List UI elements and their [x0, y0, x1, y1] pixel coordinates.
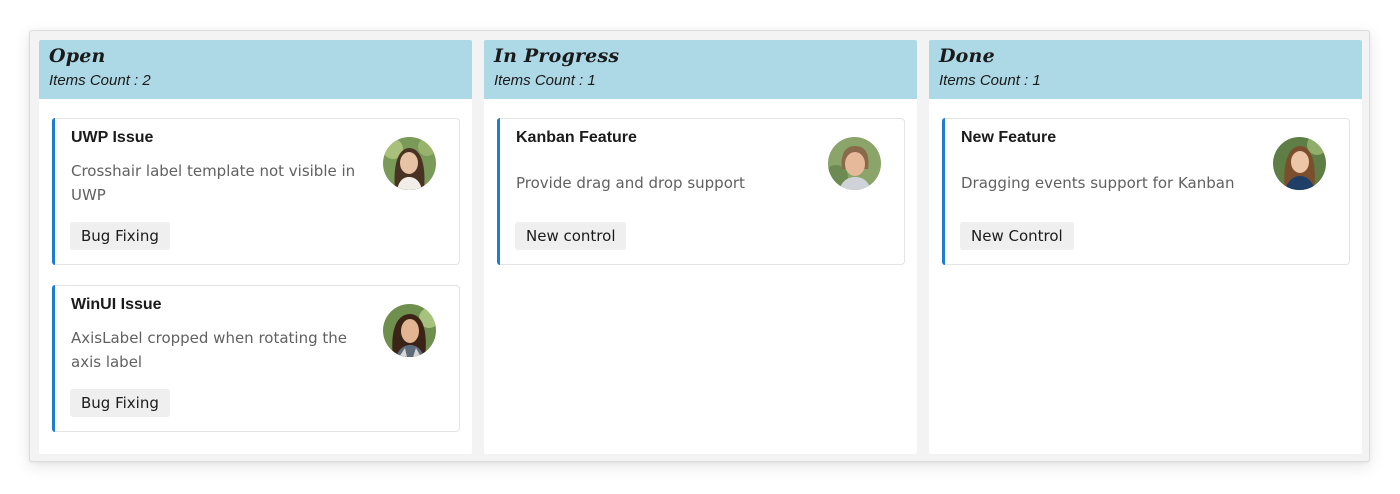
- card-tag[interactable]: New Control: [960, 222, 1074, 250]
- avatar-icon: [383, 304, 436, 357]
- column-title: Open: [49, 45, 106, 67]
- card-title: WinUI Issue: [71, 296, 162, 313]
- kanban-card[interactable]: Kanban Feature Provide drag and drop sup…: [497, 118, 905, 265]
- card-description: Dragging events support for Kanban: [961, 174, 1235, 192]
- card-title: UWP Issue: [71, 129, 154, 146]
- card-title: Kanban Feature: [516, 129, 637, 146]
- column-title: Done: [939, 45, 995, 67]
- card-tag[interactable]: Bug Fixing: [70, 389, 170, 417]
- card-title: New Feature: [961, 129, 1057, 146]
- card-description: Crosshair label template not visible in …: [71, 162, 356, 204]
- avatar-icon: [828, 137, 881, 190]
- kanban-board: Open Items Count : 2 UWP Issue Crosshair…: [29, 30, 1370, 462]
- column-item-count: Items Count : 1: [494, 72, 596, 89]
- column-item-count: Items Count : 2: [49, 72, 151, 89]
- kanban-card[interactable]: New Feature Dragging events support for …: [942, 118, 1350, 265]
- column-done: Done Items Count : 1 New Feature Draggin…: [929, 40, 1362, 454]
- column-open: Open Items Count : 2 UWP Issue Crosshair…: [39, 40, 472, 454]
- card-tag[interactable]: Bug Fixing: [70, 222, 170, 250]
- card-description: AxisLabel cropped when rotating the axis…: [71, 329, 348, 371]
- card-tag[interactable]: New control: [515, 222, 627, 250]
- column-header-in-progress[interactable]: In Progress Items Count : 1: [484, 40, 917, 99]
- avatar-icon: [1273, 137, 1326, 190]
- kanban-card[interactable]: UWP Issue Crosshair label template not v…: [52, 118, 460, 265]
- card-description: Provide drag and drop support: [516, 174, 745, 192]
- avatar-icon: [383, 137, 436, 190]
- column-header-done[interactable]: Done Items Count : 1: [929, 40, 1362, 99]
- kanban-card[interactable]: WinUI Issue AxisLabel cropped when rotat…: [52, 285, 460, 432]
- column-title: In Progress: [494, 45, 620, 67]
- column-header-open[interactable]: Open Items Count : 2: [39, 40, 472, 99]
- column-in-progress: In Progress Items Count : 1 Kanban Featu…: [484, 40, 917, 454]
- column-item-count: Items Count : 1: [939, 72, 1041, 89]
